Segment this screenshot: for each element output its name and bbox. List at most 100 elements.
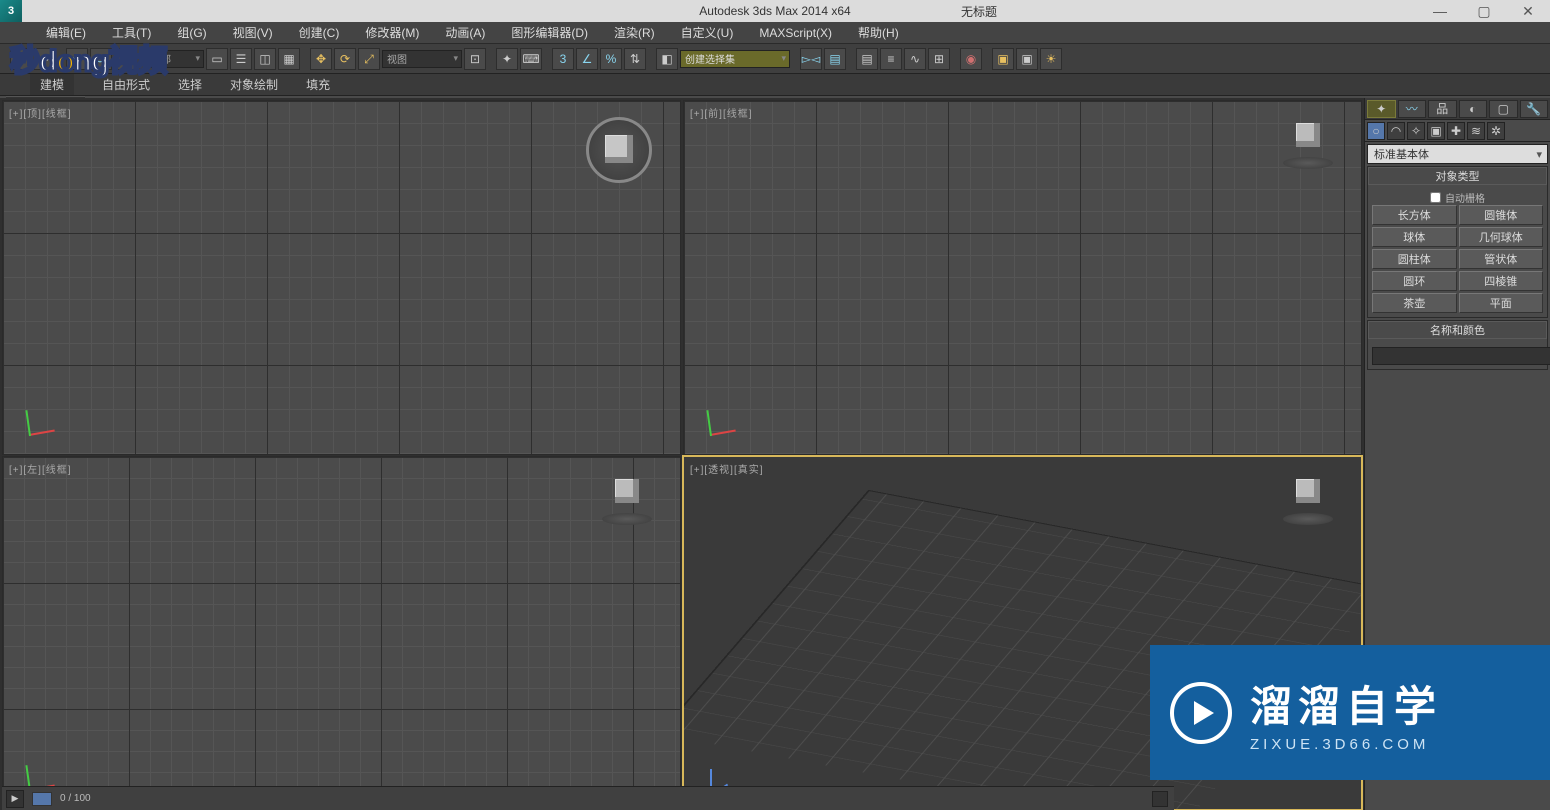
cameras-subtab[interactable]: ▣ — [1427, 122, 1445, 140]
align-button[interactable]: ▤ — [824, 48, 846, 70]
close-button[interactable]: ✕ — [1506, 0, 1550, 22]
viewport-front-label[interactable]: [+][前][线框] — [690, 105, 753, 120]
render-setup-button[interactable]: ▣ — [992, 48, 1014, 70]
motion-tab[interactable]: ◐ — [1459, 100, 1488, 118]
ribbon-bar: 建模 自由形式 选择 对象绘制 填充 — [0, 74, 1550, 96]
app-title: Autodesk 3ds Max 2014 x64 — [699, 4, 850, 18]
ribbon-tab-objectpaint[interactable]: 对象绘制 — [230, 76, 278, 93]
motion-icon: ◐ — [1469, 103, 1476, 115]
graphite-toggle-button[interactable]: ≡ — [880, 48, 902, 70]
cylinder-button[interactable]: 圆柱体 — [1372, 249, 1457, 269]
time-slider-handle[interactable] — [32, 792, 52, 806]
viewcube-front[interactable] — [1283, 119, 1333, 169]
frame-counter: 0 / 100 — [60, 793, 91, 804]
object-type-rollout: 对象类型 自动栅格 长方体 圆锥体 球体 几何球体 圆柱体 管状体 圆环 四棱锥… — [1367, 166, 1548, 318]
select-by-name-button[interactable]: ☰ — [230, 48, 252, 70]
video-watermark-logo: 秒dong视频 — [10, 36, 166, 80]
menu-customize[interactable]: 自定义(U) — [675, 22, 740, 43]
timeline-play-button[interactable]: ▶ — [6, 790, 24, 808]
viewport-left[interactable]: [+][左][线框] — [2, 456, 681, 810]
plane-button[interactable]: 平面 — [1459, 293, 1544, 313]
ribbon-tab-populate[interactable]: 填充 — [306, 76, 330, 93]
mirror-button[interactable]: ▻◅ — [800, 48, 822, 70]
viewport-top-label[interactable]: [+][顶][线框] — [9, 105, 72, 120]
box-button[interactable]: 长方体 — [1372, 205, 1457, 225]
select-object-button[interactable]: ▭ — [206, 48, 228, 70]
create-tab[interactable]: ✦ — [1367, 100, 1396, 118]
display-tab[interactable]: ▢ — [1489, 100, 1518, 118]
menu-graph-editors[interactable]: 图形编辑器(D) — [505, 22, 594, 43]
shapes-subtab[interactable]: ◠ — [1387, 122, 1405, 140]
menu-views[interactable]: 视图(V) — [227, 22, 279, 43]
viewport-perspective-label[interactable]: [+][透视][真实] — [690, 461, 764, 476]
window-crossing-button[interactable]: ▦ — [278, 48, 300, 70]
menu-help[interactable]: 帮助(H) — [852, 22, 905, 43]
torus-button[interactable]: 圆环 — [1372, 271, 1457, 291]
select-region-button[interactable]: ◫ — [254, 48, 276, 70]
tube-button[interactable]: 管状体 — [1459, 249, 1544, 269]
spinner-snap-button[interactable]: ⇅ — [624, 48, 646, 70]
material-editor-button[interactable]: ◉ — [960, 48, 982, 70]
create-icon: ✦ — [1376, 103, 1386, 115]
systems-icon: ✲ — [1491, 125, 1501, 137]
viewport-left-label[interactable]: [+][左][线框] — [9, 461, 72, 476]
hierarchy-tab[interactable]: 品 — [1428, 100, 1457, 118]
viewcube-perspective[interactable] — [1283, 475, 1333, 525]
named-selection-button[interactable]: ◧ — [656, 48, 678, 70]
select-move-button[interactable]: ✥ — [310, 48, 332, 70]
select-scale-button[interactable]: ⤢ — [358, 48, 380, 70]
menu-animation[interactable]: 动画(A) — [439, 22, 491, 43]
snap-toggle-button[interactable]: 3 — [552, 48, 574, 70]
window-controls: — ▢ ✕ — [1418, 0, 1550, 22]
utilities-icon: 🔧 — [1526, 103, 1541, 115]
utilities-tab[interactable]: 🔧 — [1520, 100, 1549, 118]
menu-maxscript[interactable]: MAXScript(X) — [753, 24, 838, 42]
curve-editor-button[interactable]: ∿ — [904, 48, 926, 70]
systems-subtab[interactable]: ✲ — [1487, 122, 1505, 140]
ref-coord-dropdown[interactable]: 视图 — [382, 50, 462, 68]
viewcube-left[interactable] — [602, 475, 652, 525]
use-pivot-center-button[interactable]: ⊡ — [464, 48, 486, 70]
viewport-front[interactable]: [+][前][线框] — [683, 100, 1362, 455]
angle-snap-button[interactable]: ∠ — [576, 48, 598, 70]
select-rotate-button[interactable]: ⟳ — [334, 48, 356, 70]
render-frame-button[interactable]: ▣ — [1016, 48, 1038, 70]
object-name-input[interactable] — [1372, 347, 1550, 365]
schematic-view-button[interactable]: ⊞ — [928, 48, 950, 70]
viewport-layout-button[interactable] — [1152, 791, 1168, 807]
viewcube-top[interactable] — [586, 117, 652, 183]
name-color-rollout-header[interactable]: 名称和颜色 — [1368, 321, 1547, 339]
autogrid-checkbox[interactable]: 自动栅格 — [1372, 189, 1543, 205]
minimize-button[interactable]: — — [1418, 0, 1462, 22]
geosphere-button[interactable]: 几何球体 — [1459, 227, 1544, 247]
named-selection-dropdown[interactable]: 创建选择集 — [680, 50, 790, 68]
teapot-button[interactable]: 茶壶 — [1372, 293, 1457, 313]
keyboard-shortcut-button[interactable]: ⌨ — [520, 48, 542, 70]
menu-create[interactable]: 创建(C) — [293, 22, 346, 43]
pyramid-button[interactable]: 四棱锥 — [1459, 271, 1544, 291]
object-type-rollout-header[interactable]: 对象类型 — [1368, 167, 1547, 185]
render-production-button[interactable]: ☀ — [1040, 48, 1062, 70]
viewport-top[interactable]: [+][顶][线框] — [2, 100, 681, 455]
ribbon-tab-selection[interactable]: 选择 — [178, 76, 202, 93]
watermark-cn: 溜溜自学 — [1250, 673, 1442, 734]
geometry-category-dropdown[interactable]: 标准基本体 — [1367, 144, 1548, 164]
cone-button[interactable]: 圆锥体 — [1459, 205, 1544, 225]
cameras-icon: ▣ — [1430, 125, 1441, 137]
menu-group[interactable]: 组(G) — [171, 22, 212, 43]
layer-manager-button[interactable]: ▤ — [856, 48, 878, 70]
autogrid-input[interactable] — [1430, 192, 1441, 203]
create-subtabs: ○ ◠ ✧ ▣ ✚ ≋ ✲ — [1365, 120, 1550, 142]
app-icon — [0, 0, 22, 22]
sphere-button[interactable]: 球体 — [1372, 227, 1457, 247]
lights-subtab[interactable]: ✧ — [1407, 122, 1425, 140]
maximize-button[interactable]: ▢ — [1462, 0, 1506, 22]
geometry-subtab[interactable]: ○ — [1367, 122, 1385, 140]
select-manipulate-button[interactable]: ✦ — [496, 48, 518, 70]
percent-snap-button[interactable]: % — [600, 48, 622, 70]
menu-rendering[interactable]: 渲染(R) — [608, 22, 661, 43]
helpers-subtab[interactable]: ✚ — [1447, 122, 1465, 140]
spacewarps-subtab[interactable]: ≋ — [1467, 122, 1485, 140]
menu-modifiers[interactable]: 修改器(M) — [359, 22, 425, 43]
modify-tab[interactable]: 〰 — [1398, 100, 1427, 118]
